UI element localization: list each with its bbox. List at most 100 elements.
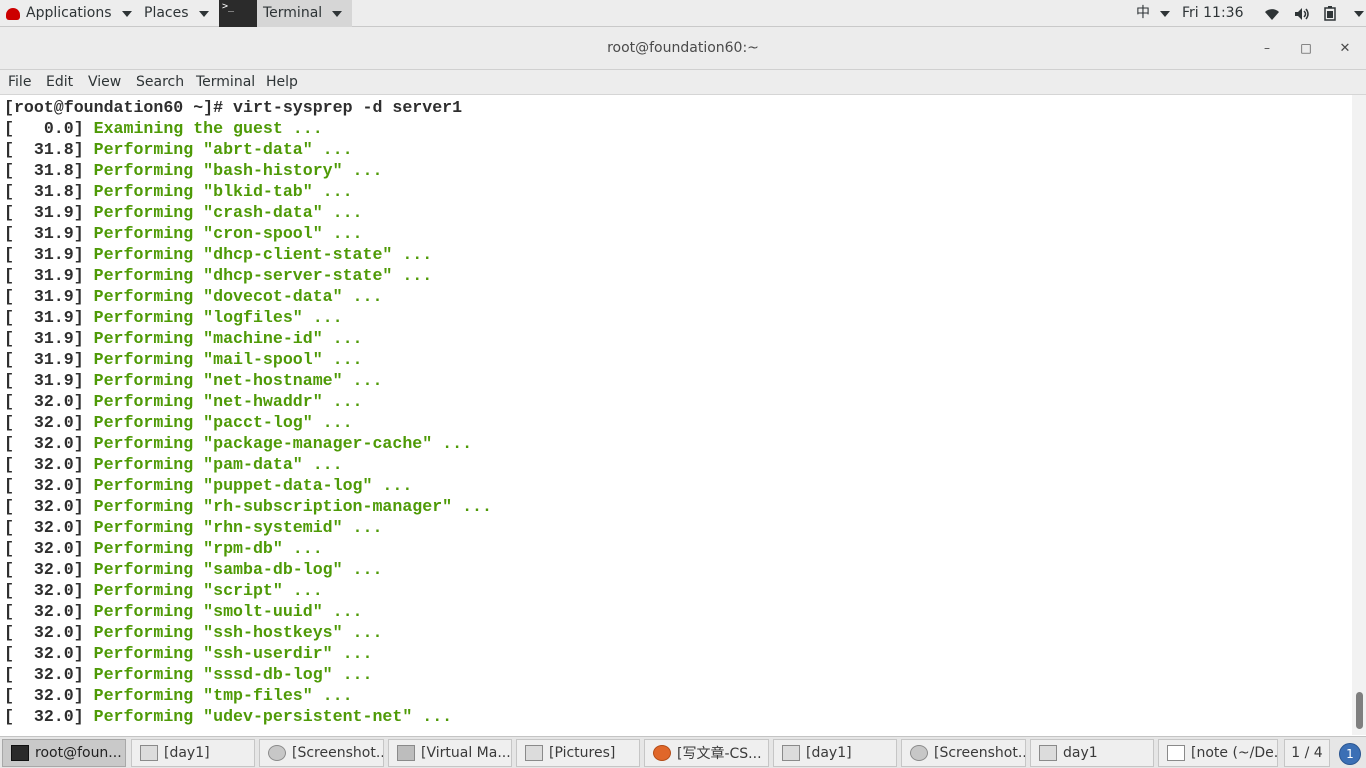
output-timestamp: [ 31.9] [4, 350, 94, 369]
output-message: Performing "samba-db-log" ... [93, 560, 383, 579]
taskbar-button[interactable]: [Screenshot... [259, 739, 384, 767]
places-menu[interactable]: Places [144, 0, 209, 27]
taskbar-button-label: [Pictures] [549, 745, 616, 761]
close-button[interactable]: ✕ [1334, 37, 1356, 59]
vertical-scrollbar[interactable] [1352, 95, 1366, 735]
output-timestamp: [ 32.0] [4, 644, 94, 663]
output-timestamp: [ 32.0] [4, 623, 94, 642]
output-message: Performing "package-manager-cache" ... [93, 434, 473, 453]
taskbar-button-label: [写文章-CS... [677, 746, 762, 762]
applications-menu[interactable]: Applications [6, 0, 132, 27]
input-method-menu[interactable]: 中 [1136, 0, 1170, 27]
workspace-indicator[interactable]: 1 / 4 [1284, 739, 1330, 767]
terminal-output-line: [ 31.9] Performing "net-hostname" ... [4, 370, 382, 391]
output-timestamp: [ 32.0] [4, 392, 94, 411]
taskbar-button-label: day1 [1063, 745, 1098, 761]
output-timestamp: [ 31.9] [4, 266, 94, 285]
output-timestamp: [ 32.0] [4, 707, 94, 726]
output-message: Examining the guest ... [93, 119, 323, 138]
menu-edit[interactable]: Edit [46, 70, 73, 94]
taskbar-button[interactable]: [Virtual Ma... [388, 739, 512, 767]
minimize-button[interactable]: – [1256, 37, 1278, 59]
active-app-menu[interactable]: Terminal [219, 0, 353, 27]
output-timestamp: [ 32.0] [4, 413, 94, 432]
taskbar-button-label: [note (~/De... [1191, 745, 1278, 761]
taskbar-button[interactable]: [day1] [773, 739, 897, 767]
terminal-output-line: [ 32.0] Performing "ssh-hostkeys" ... [4, 622, 382, 643]
document-icon [1039, 745, 1057, 761]
output-message: Performing "mail-spool" ... [93, 350, 363, 369]
output-message: Performing "logfiles" ... [93, 308, 343, 327]
taskbar-button-label: root@foun... [35, 745, 122, 761]
output-message: Performing "crash-data" ... [93, 203, 363, 222]
taskbar-button[interactable]: [Pictures] [516, 739, 640, 767]
taskbar-button[interactable]: [day1] [131, 739, 255, 767]
applications-label: Applications [26, 5, 112, 21]
terminal-icon [219, 0, 257, 27]
clock[interactable]: Fri 11:36 [1182, 0, 1243, 27]
output-message: Performing "ssh-hostkeys" ... [93, 623, 383, 642]
terminal-output-line: [ 31.9] Performing "logfiles" ... [4, 307, 343, 328]
terminal-output-line: [ 32.0] Performing "package-manager-cach… [4, 433, 472, 454]
output-timestamp: [ 32.0] [4, 686, 94, 705]
menu-help[interactable]: Help [266, 70, 298, 94]
notification-badge[interactable]: 1 [1339, 743, 1361, 765]
terminal-output-line: [ 31.9] Performing "cron-spool" ... [4, 223, 363, 244]
places-label: Places [144, 5, 189, 21]
output-timestamp: [ 31.9] [4, 287, 94, 306]
document-icon [782, 745, 800, 761]
chevron-down-icon [121, 10, 132, 17]
terminal-output-line: [ 31.9] Performing "crash-data" ... [4, 202, 363, 223]
folder-icon [525, 745, 543, 761]
scrollbar-thumb[interactable] [1356, 692, 1363, 729]
output-message: Performing "net-hostname" ... [93, 371, 383, 390]
terminal-output-line: [ 31.9] Performing "dhcp-server-state" .… [4, 265, 432, 286]
window-title-bar[interactable]: root@foundation60:~ – □ ✕ [0, 27, 1366, 70]
text-editor-icon [1167, 745, 1185, 761]
terminal-prompt: [root@foundation60 ~]# [4, 98, 234, 117]
output-timestamp: [ 32.0] [4, 539, 94, 558]
taskbar-button-label: [Screenshot... [292, 745, 384, 761]
screenshot-icon [910, 745, 928, 761]
terminal-output-line: [ 32.0] Performing "ssh-userdir" ... [4, 643, 372, 664]
terminal-icon [11, 745, 29, 761]
output-message: Performing "smolt-uuid" ... [93, 602, 363, 621]
menu-view[interactable]: View [88, 70, 121, 94]
output-timestamp: [ 31.9] [4, 245, 94, 264]
taskbar-button-label: [Virtual Ma... [421, 745, 511, 761]
system-status-menu[interactable] [1264, 0, 1364, 27]
taskbar-button[interactable]: root@foun... [2, 739, 126, 767]
menu-search[interactable]: Search [136, 70, 184, 94]
output-timestamp: [ 31.8] [4, 140, 94, 159]
terminal-command-line: [root@foundation60 ~]# virt-sysprep -d s… [4, 97, 462, 118]
maximize-button[interactable]: □ [1295, 37, 1317, 59]
output-timestamp: [ 32.0] [4, 455, 94, 474]
terminal-output-line: [ 32.0] Performing "udev-persistent-net"… [4, 706, 452, 727]
battery-icon [1324, 6, 1336, 21]
output-timestamp: [ 32.0] [4, 497, 94, 516]
taskbar-button[interactable]: [Screenshot... [901, 739, 1026, 767]
output-message: Performing "dovecot-data" ... [93, 287, 383, 306]
taskbar-button[interactable]: [note (~/De... [1158, 739, 1278, 767]
output-message: Performing "udev-persistent-net" ... [93, 707, 453, 726]
terminal-output[interactable]: [root@foundation60 ~]# virt-sysprep -d s… [0, 95, 1352, 735]
output-message: Performing "dhcp-server-state" ... [93, 266, 433, 285]
chevron-down-icon [198, 10, 209, 17]
terminal-output-line: [ 31.9] Performing "dhcp-client-state" .… [4, 244, 432, 265]
output-message: Performing "pam-data" ... [93, 455, 343, 474]
taskbar-button[interactable]: [写文章-CS... [644, 739, 769, 767]
taskbar-button-label: [Screenshot... [934, 745, 1026, 761]
terminal-output-line: [ 32.0] Performing "tmp-files" ... [4, 685, 353, 706]
output-timestamp: [ 32.0] [4, 602, 94, 621]
clock-label: Fri 11:36 [1182, 5, 1244, 21]
output-message: Performing "pacct-log" ... [93, 413, 353, 432]
firefox-icon [653, 745, 671, 761]
terminal-output-line: [ 31.8] Performing "bash-history" ... [4, 160, 382, 181]
menu-terminal[interactable]: Terminal [196, 70, 255, 94]
output-timestamp: [ 31.9] [4, 329, 94, 348]
terminal-output-line: [ 32.0] Performing "puppet-data-log" ... [4, 475, 412, 496]
menu-file[interactable]: File [8, 70, 31, 94]
chevron-down-icon [1160, 10, 1170, 17]
taskbar-button[interactable]: day1 [1030, 739, 1154, 767]
output-message: Performing "sssd-db-log" ... [93, 665, 373, 684]
